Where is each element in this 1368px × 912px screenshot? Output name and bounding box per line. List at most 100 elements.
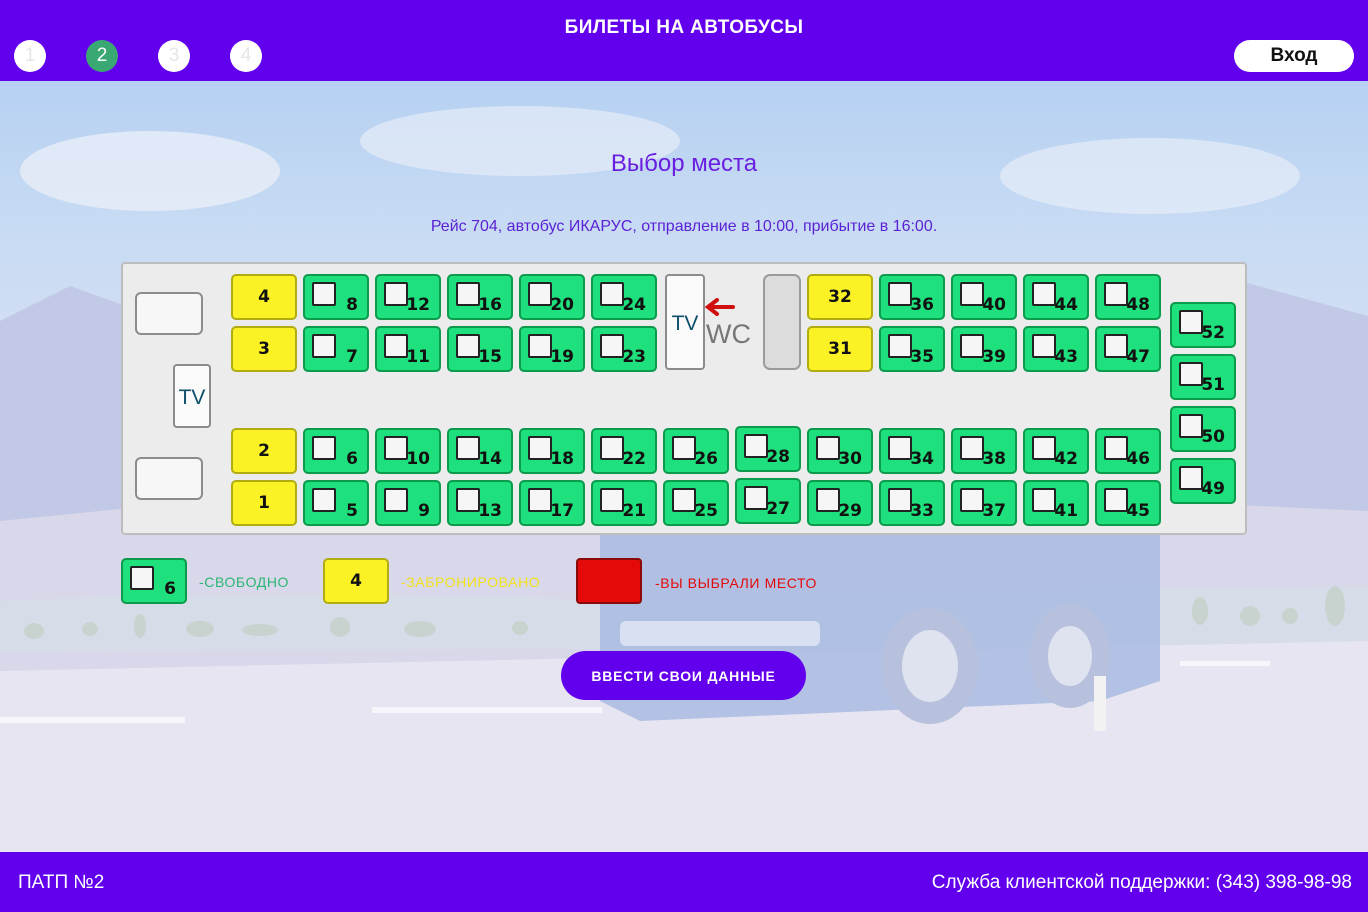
seat-checkbox[interactable] [312,488,336,512]
seat-45[interactable]: 45 [1095,480,1161,526]
seat-44[interactable]: 44 [1023,274,1089,320]
seat-checkbox[interactable] [1032,488,1056,512]
seat-checkbox[interactable] [384,282,408,306]
seat-checkbox[interactable] [744,486,768,510]
seat-checkbox[interactable] [528,436,552,460]
seat-30[interactable]: 30 [807,428,873,474]
seat-checkbox[interactable] [1179,310,1203,334]
seat-39[interactable]: 39 [951,326,1017,372]
seat-checkbox[interactable] [1179,414,1203,438]
seat-49[interactable]: 49 [1170,458,1236,504]
seat-9[interactable]: 9 [375,480,441,526]
seat-checkbox[interactable] [816,436,840,460]
seat-11[interactable]: 11 [375,326,441,372]
seat-checkbox[interactable] [960,488,984,512]
seat-37[interactable]: 37 [951,480,1017,526]
seat-52[interactable]: 52 [1170,302,1236,348]
seat-checkbox[interactable] [1179,466,1203,490]
seat-26[interactable]: 26 [663,428,729,474]
seat-14[interactable]: 14 [447,428,513,474]
seat-6[interactable]: 6 [303,428,369,474]
seat-15[interactable]: 15 [447,326,513,372]
seat-35[interactable]: 35 [879,326,945,372]
seat-checkbox[interactable] [528,282,552,306]
seat-checkbox[interactable] [600,282,624,306]
seat-48[interactable]: 48 [1095,274,1161,320]
seat-43[interactable]: 43 [1023,326,1089,372]
seat-checkbox[interactable] [384,334,408,358]
seat-12[interactable]: 12 [375,274,441,320]
step-1-indicator[interactable]: 1 [14,40,46,72]
seat-checkbox[interactable] [1032,436,1056,460]
seat-checkbox[interactable] [1104,436,1128,460]
front-tv-icon: TV [173,364,211,428]
seat-40[interactable]: 40 [951,274,1017,320]
seat-42[interactable]: 42 [1023,428,1089,474]
seat-checkbox[interactable] [456,334,480,358]
seat-27[interactable]: 27 [735,478,801,524]
seat-8[interactable]: 8 [303,274,369,320]
seat-34[interactable]: 34 [879,428,945,474]
seat-checkbox[interactable] [312,436,336,460]
seat-checkbox[interactable] [816,488,840,512]
login-button[interactable]: Вход [1234,40,1354,72]
seat-checkbox[interactable] [312,282,336,306]
seat-checkbox[interactable] [384,488,408,512]
seat-50[interactable]: 50 [1170,406,1236,452]
seat-51[interactable]: 51 [1170,354,1236,400]
seat-checkbox[interactable] [960,436,984,460]
seat-checkbox[interactable] [456,282,480,306]
seat-checkbox[interactable] [1104,282,1128,306]
seat-checkbox[interactable] [1032,334,1056,358]
enter-data-button[interactable]: ВВЕСТИ СВОИ ДАННЫЕ [561,651,806,700]
seat-13[interactable]: 13 [447,480,513,526]
seat-38[interactable]: 38 [951,428,1017,474]
seat-20[interactable]: 20 [519,274,585,320]
seat-checkbox[interactable] [672,436,696,460]
seat-checkbox[interactable] [312,334,336,358]
seat-checkbox[interactable] [600,488,624,512]
seat-22[interactable]: 22 [591,428,657,474]
seat-28[interactable]: 28 [735,426,801,472]
seat-16[interactable]: 16 [447,274,513,320]
seat-24[interactable]: 24 [591,274,657,320]
seat-checkbox[interactable] [528,334,552,358]
seat-checkbox[interactable] [888,282,912,306]
step-3-indicator[interactable]: 3 [158,40,190,72]
seat-checkbox[interactable] [1104,334,1128,358]
seat-checkbox[interactable] [1179,362,1203,386]
seat-36[interactable]: 36 [879,274,945,320]
seat-10[interactable]: 10 [375,428,441,474]
seat-number: 48 [1126,295,1150,315]
seat-25[interactable]: 25 [663,480,729,526]
seat-checkbox[interactable] [888,334,912,358]
seat-checkbox[interactable] [960,282,984,306]
seat-checkbox[interactable] [888,488,912,512]
seat-checkbox[interactable] [1104,488,1128,512]
seat-29[interactable]: 29 [807,480,873,526]
step-4-indicator[interactable]: 4 [230,40,262,72]
seat-checkbox[interactable] [600,334,624,358]
seat-33[interactable]: 33 [879,480,945,526]
seat-checkbox[interactable] [672,488,696,512]
seat-checkbox[interactable] [1032,282,1056,306]
seat-checkbox[interactable] [744,434,768,458]
seat-checkbox[interactable] [888,436,912,460]
seat-23[interactable]: 23 [591,326,657,372]
seat-41[interactable]: 41 [1023,480,1089,526]
seat-19[interactable]: 19 [519,326,585,372]
step-2-indicator[interactable]: 2 [86,40,118,72]
seat-21[interactable]: 21 [591,480,657,526]
seat-17[interactable]: 17 [519,480,585,526]
seat-checkbox[interactable] [960,334,984,358]
seat-5[interactable]: 5 [303,480,369,526]
seat-46[interactable]: 46 [1095,428,1161,474]
seat-18[interactable]: 18 [519,428,585,474]
seat-checkbox[interactable] [456,488,480,512]
seat-checkbox[interactable] [384,436,408,460]
seat-checkbox[interactable] [528,488,552,512]
seat-47[interactable]: 47 [1095,326,1161,372]
seat-7[interactable]: 7 [303,326,369,372]
seat-checkbox[interactable] [600,436,624,460]
seat-checkbox[interactable] [456,436,480,460]
